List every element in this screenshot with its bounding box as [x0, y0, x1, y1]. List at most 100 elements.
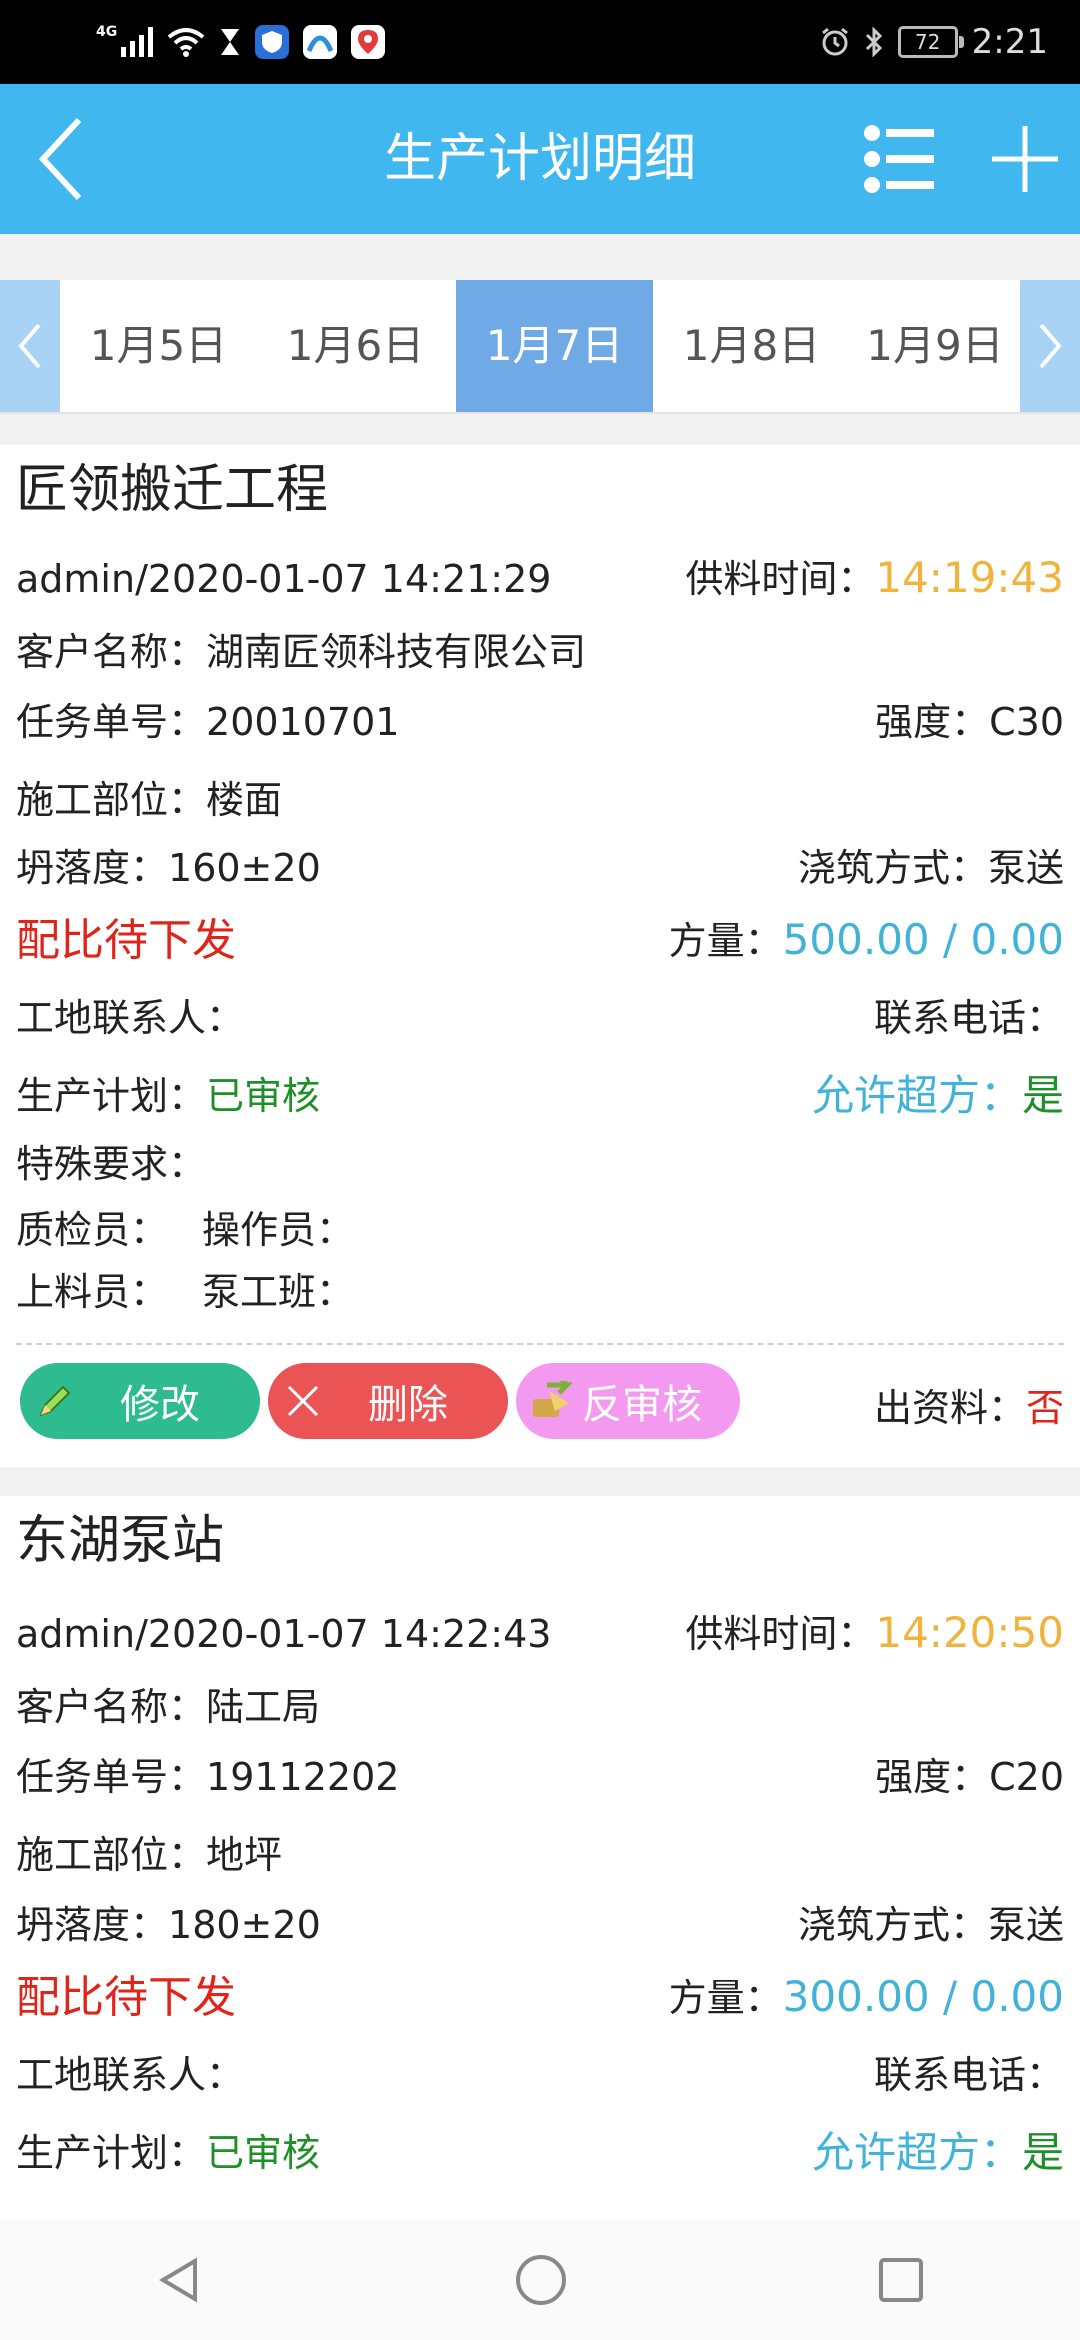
row-task: 任务单号：19112202 强度：C20 — [16, 1752, 1064, 1802]
row-staff-2: 上料员： 泵工班： — [16, 1267, 1064, 1317]
plan-card[interactable]: 东湖泵站 admin/2020-01-07 14:22:43 供料时间：14:2… — [0, 1496, 1080, 2220]
row-customer: 客户名称：湖南匠领科技有限公司 — [16, 627, 1064, 677]
date-tab[interactable]: 1月9日 — [850, 280, 1020, 412]
task-no-label: 任务单号： — [16, 700, 207, 744]
task-no-field: 任务单号：20010701 — [16, 697, 399, 747]
slump-value: 160±20 — [168, 846, 321, 890]
site-part-field: 施工部位：地坪 — [16, 1830, 282, 1880]
volume-field: 方量：300.00 / 0.00 — [669, 1972, 1064, 2023]
nav-home-icon[interactable] — [514, 2253, 568, 2307]
divider — [16, 1343, 1064, 1345]
date-prev-button[interactable] — [0, 280, 60, 412]
task-no-value: 20010701 — [206, 700, 400, 744]
row-slump: 坍落度：160±20 浇筑方式：泵送 — [16, 843, 1064, 893]
date-tab[interactable]: 1月8日 — [653, 280, 850, 412]
date-tab-active[interactable]: 1月7日 — [456, 280, 653, 412]
row-mix: 配比待下发 方量：300.00 / 0.00 — [16, 1972, 1064, 2023]
row-plan: 生产计划：已审核 允许超方：是 — [16, 2128, 1064, 2178]
nav-back-icon[interactable] — [155, 2255, 205, 2305]
arch-app-icon — [303, 25, 338, 59]
plan-field: 生产计划：已审核 — [16, 1071, 320, 1121]
material-label: 出资料： — [873, 1386, 1026, 1430]
overfill-label: 允许超方： — [811, 1071, 1022, 1120]
row-creator: admin/2020-01-07 14:21:29 供料时间：14:19:43 — [16, 553, 1064, 604]
row-creator: admin/2020-01-07 14:22:43 供料时间：14:20:50 — [16, 1608, 1064, 1659]
customer-field: 客户名称：湖南匠领科技有限公司 — [16, 627, 586, 677]
volume-label: 方量： — [668, 1976, 783, 2020]
row-slump: 坍落度：180±20 浇筑方式：泵送 — [16, 1900, 1064, 1950]
row-site-part: 施工部位：地坪 — [16, 1830, 1064, 1880]
supply-time-field: 供料时间：14:20:50 — [685, 1608, 1064, 1659]
plan-card[interactable]: 匠领搬迁工程 admin/2020-01-07 14:21:29 供料时间：14… — [0, 445, 1080, 1467]
site-contact-label: 工地联系人： — [16, 2053, 245, 2097]
material-value: 否 — [1025, 1386, 1064, 1430]
task-no-value: 19112202 — [206, 1755, 400, 1799]
chevron-right-icon — [1039, 323, 1062, 369]
customer-label: 客户名称： — [16, 1685, 207, 1729]
list-icon — [864, 125, 934, 193]
network-type: 4G — [96, 24, 118, 40]
material-field: 出资料：否 — [874, 1377, 1064, 1432]
status-right: 72 2:21 — [820, 18, 1048, 66]
slump-field: 坍落度：160±20 — [16, 843, 321, 893]
inspector-label: 质检员： — [16, 1208, 169, 1252]
supply-time-value: 14:20:50 — [875, 1608, 1064, 1657]
creator-time: admin/2020-01-07 14:22:43 — [16, 1611, 552, 1656]
task-no-label: 任务单号： — [16, 1755, 207, 1799]
supply-time-field: 供料时间：14:19:43 — [685, 553, 1064, 604]
creator-time: admin/2020-01-07 14:21:29 — [16, 556, 552, 601]
strength-value: C20 — [989, 1755, 1064, 1799]
site-part-value: 楼面 — [206, 778, 283, 822]
app-header: 生产计划明细 — [0, 84, 1080, 234]
date-selector: 1月5日 1月6日 1月7日 1月8日 1月9日 — [0, 280, 1080, 414]
pour-field: 浇筑方式：泵送 — [798, 843, 1064, 893]
wifi-icon — [167, 28, 205, 57]
list-menu-button[interactable] — [850, 84, 950, 234]
nav-recents-icon[interactable] — [877, 2256, 925, 2304]
slump-label: 坍落度： — [16, 1903, 169, 1947]
map-pin-app-icon — [351, 25, 386, 59]
overfill-field: 允许超方：是 — [812, 1071, 1064, 1121]
volume-field: 方量：500.00 / 0.00 — [669, 915, 1064, 966]
edit-button[interactable]: 修改 — [20, 1363, 260, 1439]
back-button[interactable] — [20, 84, 100, 234]
pump-label: 泵工班： — [202, 1270, 355, 1314]
pour-value: 泵送 — [987, 1903, 1064, 1947]
unapprove-button[interactable]: 反审核 — [516, 1363, 740, 1439]
row-special: 特殊要求： — [16, 1139, 1064, 1189]
edit-label: 修改 — [120, 1382, 200, 1428]
chevron-left-icon — [38, 117, 82, 201]
row-staff-1: 质检员： 操作员： — [16, 1205, 1064, 1255]
reverse-approve-icon — [516, 1381, 586, 1421]
battery-icon: 72 — [897, 26, 964, 58]
delete-button[interactable]: 删除 — [268, 1363, 508, 1439]
site-contact-label: 工地联系人： — [16, 996, 245, 1040]
hourglass-icon — [221, 29, 240, 55]
volume-value: 300.00 / 0.00 — [782, 1972, 1064, 2021]
strength-field: 强度：C20 — [875, 1752, 1064, 1802]
add-button[interactable] — [975, 84, 1075, 234]
customer-value: 湖南匠领科技有限公司 — [206, 630, 587, 674]
mix-status: 配比待下发 — [16, 1971, 236, 2023]
date-tab[interactable]: 1月5日 — [60, 280, 257, 412]
supply-time-label: 供料时间： — [685, 1612, 876, 1656]
system-nav-bar — [0, 2220, 1080, 2340]
plan-status: 已审核 — [206, 2131, 321, 2175]
project-name: 匠领搬迁工程 — [16, 460, 329, 520]
date-tab[interactable]: 1月6日 — [257, 280, 454, 412]
row-contact: 工地联系人： 联系电话： — [16, 993, 1064, 1043]
delete-label: 删除 — [368, 1382, 448, 1428]
row-plan: 生产计划：已审核 允许超方：是 — [16, 1071, 1064, 1121]
mix-status: 配比待下发 — [16, 914, 236, 966]
signal-icon — [121, 27, 154, 57]
row-contact: 工地联系人： 联系电话： — [16, 2050, 1064, 2100]
overfill-field: 允许超方：是 — [812, 2128, 1064, 2178]
site-part-label: 施工部位： — [16, 1833, 207, 1877]
shield-app-icon — [255, 25, 290, 59]
project-name: 东湖泵站 — [16, 1511, 225, 1571]
row-task: 任务单号：20010701 强度：C30 — [16, 697, 1064, 747]
date-next-button[interactable] — [1020, 280, 1080, 412]
supply-time-value: 14:19:43 — [875, 553, 1064, 602]
customer-field: 客户名称：陆工局 — [16, 1682, 320, 1732]
bluetooth-icon — [865, 27, 882, 57]
